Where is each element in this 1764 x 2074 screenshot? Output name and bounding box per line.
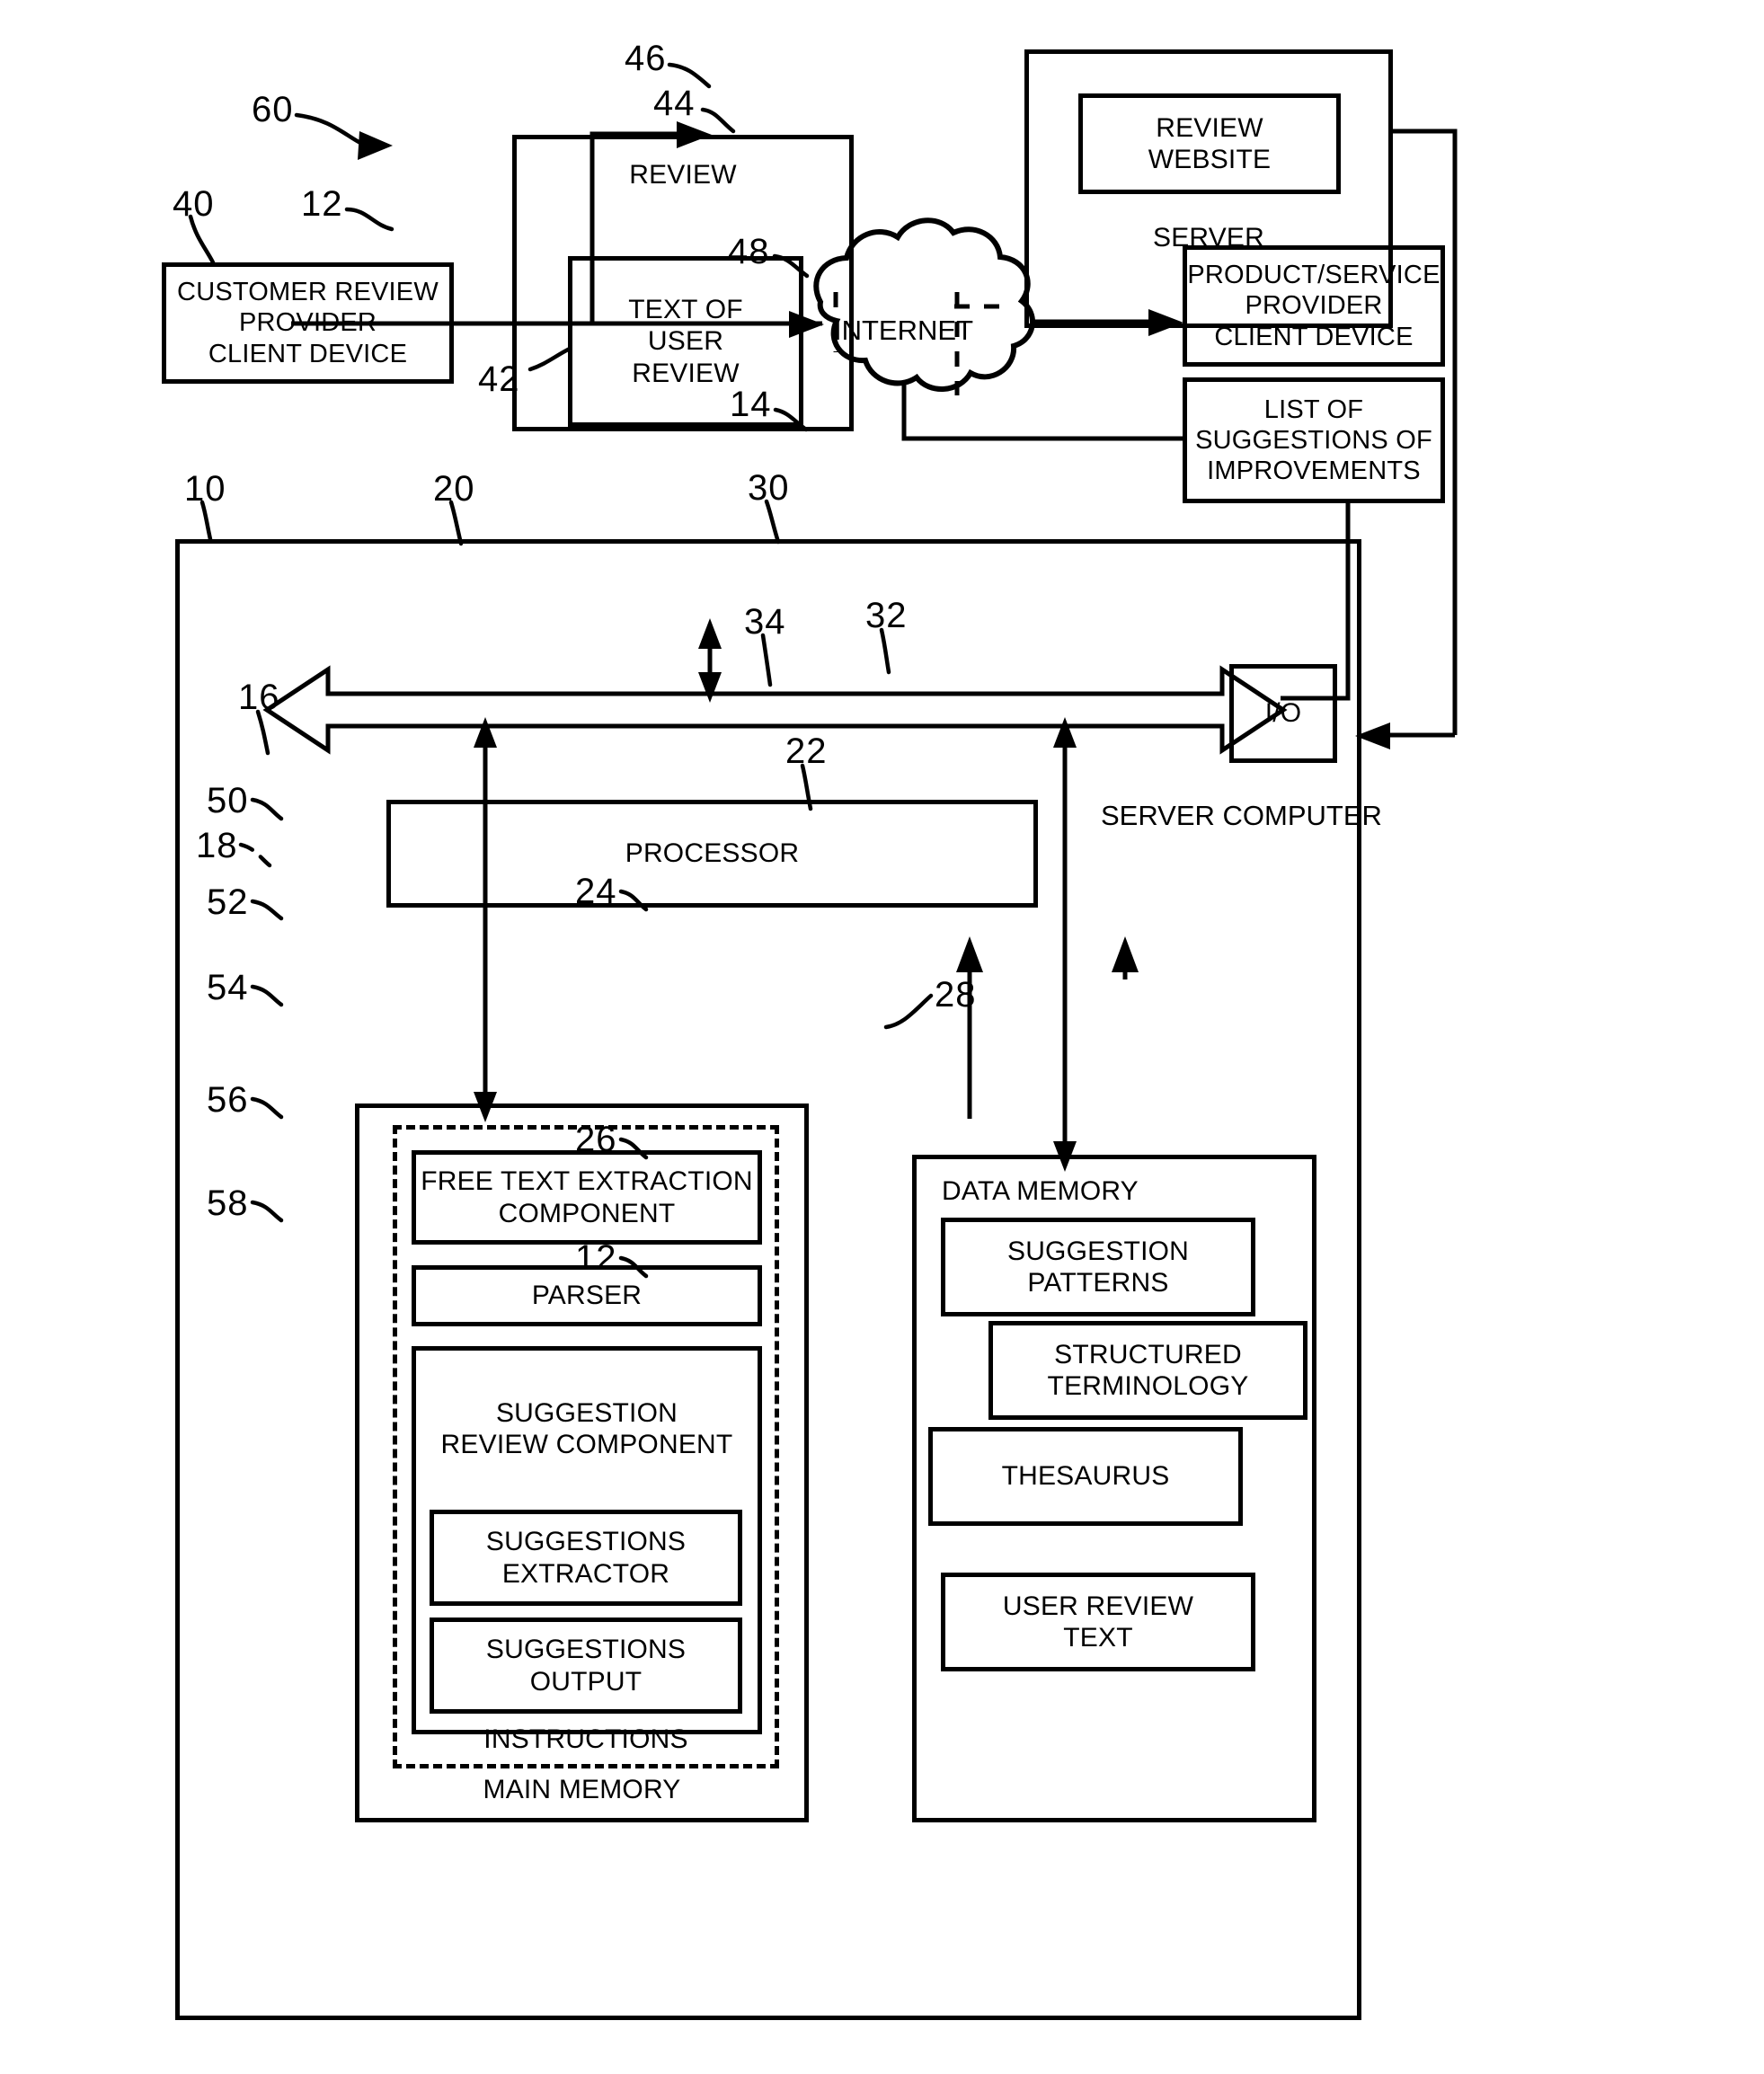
- ref-numeral-12-review: 12: [301, 184, 343, 224]
- list-of-suggestions-box: LIST OF SUGGESTIONS OF IMPROVEMENTS: [1183, 377, 1445, 503]
- ref-numeral-18: 18: [196, 826, 238, 865]
- suggestions-extractor-label: SUGGESTIONS EXTRACTOR: [485, 1527, 687, 1589]
- suggestion-patterns-label: SUGGESTION PATTERNS: [1006, 1236, 1190, 1298]
- leader-60-arrowhead: [358, 131, 393, 160]
- ref-numeral-42: 42: [478, 359, 520, 399]
- review-website-label: REVIEW WEBSITE: [1148, 112, 1272, 174]
- leader-60: [294, 112, 367, 147]
- internet-cloud-label: INTERNET: [834, 315, 973, 346]
- leader-12-review: [344, 207, 394, 232]
- text-of-user-review-label: TEXT OF USER REVIEW: [628, 294, 743, 388]
- patent-figure-canvas: REVIEW TEXT OF USER REVIEW CUSTOMER REVI…: [0, 0, 1764, 2074]
- data-memory-label: DATA MEMORY: [942, 1176, 1139, 1206]
- ref-numeral-26: 26: [575, 1120, 617, 1159]
- suggestion-patterns-box: SUGGESTION PATTERNS: [941, 1218, 1255, 1316]
- suggestions-output-label: SUGGESTIONS OUTPUT: [485, 1635, 687, 1697]
- server-computer-label: SERVER COMPUTER: [1101, 800, 1382, 831]
- leader-44: [700, 107, 736, 134]
- suggestions-extractor-box: SUGGESTIONS EXTRACTOR: [430, 1510, 742, 1606]
- main-memory-label: MAIN MEMORY: [483, 1774, 681, 1804]
- ref-numeral-16: 16: [238, 678, 280, 717]
- suggestions-output-box: SUGGESTIONS OUTPUT: [430, 1618, 742, 1714]
- user-review-text-box: USER REVIEW TEXT: [941, 1573, 1255, 1671]
- ref-numeral-14: 14: [730, 385, 772, 424]
- line-internet-to-list: [901, 377, 1184, 441]
- ref-numeral-30: 30: [748, 468, 790, 508]
- io-box: I/O: [1229, 664, 1337, 763]
- ref-numeral-44: 44: [653, 84, 696, 123]
- ref-numeral-56: 56: [207, 1080, 249, 1120]
- ref-numeral-48: 48: [728, 232, 770, 271]
- structured-terminology-box: STRUCTURED TERMINOLOGY: [988, 1321, 1307, 1420]
- user-review-text-label: USER REVIEW TEXT: [1002, 1591, 1194, 1653]
- ref-numeral-58: 58: [207, 1183, 249, 1223]
- review-box-label: REVIEW: [629, 160, 737, 190]
- product-service-provider-client-device-box: PRODUCT/SERVICE PROVIDER CLIENT DEVICE: [1183, 245, 1445, 367]
- suggestion-review-component-label: SUGGESTION REVIEW COMPONENT: [440, 1398, 733, 1460]
- thesaurus-label: THESAURUS: [1001, 1461, 1170, 1492]
- ref-numeral-12-data: 12: [575, 1238, 617, 1278]
- ref-numeral-32: 32: [865, 596, 908, 635]
- ref-numeral-24: 24: [575, 872, 617, 911]
- free-text-extraction-component-box: FREE TEXT EXTRACTION COMPONENT: [412, 1150, 762, 1245]
- ref-numeral-54: 54: [207, 968, 249, 1007]
- processor-box: PROCESSOR: [386, 800, 1038, 908]
- ref-numeral-22: 22: [785, 731, 828, 771]
- free-text-extraction-component-label: FREE TEXT EXTRACTION COMPONENT: [421, 1166, 753, 1228]
- processor-label: PROCESSOR: [625, 838, 800, 869]
- review-website-box: REVIEW WEBSITE: [1078, 93, 1341, 194]
- ref-numeral-34: 34: [744, 602, 786, 642]
- ref-numeral-10: 10: [184, 469, 226, 509]
- structured-terminology-label: STRUCTURED TERMINOLOGY: [1047, 1339, 1249, 1401]
- ref-numeral-52: 52: [207, 882, 249, 922]
- ref-numeral-50: 50: [207, 781, 249, 820]
- thesaurus-box: THESAURUS: [928, 1427, 1243, 1526]
- ref-numeral-60: 60: [252, 90, 294, 129]
- parser-label: PARSER: [531, 1281, 643, 1311]
- io-label: I/O: [1264, 698, 1302, 729]
- list-of-suggestions-label: LIST OF SUGGESTIONS OF IMPROVEMENTS: [1195, 394, 1432, 486]
- customer-review-provider-client-device-label: CUSTOMER REVIEW PROVIDER CLIENT DEVICE: [177, 278, 439, 368]
- ref-numeral-28: 28: [935, 975, 977, 1015]
- product-service-provider-client-device-label: PRODUCT/SERVICE PROVIDER CLIENT DEVICE: [1187, 261, 1440, 351]
- ref-numeral-20: 20: [433, 469, 475, 509]
- ref-numeral-40: 40: [173, 184, 215, 224]
- ref-numeral-46: 46: [625, 39, 667, 78]
- customer-review-provider-client-device-box: CUSTOMER REVIEW PROVIDER CLIENT DEVICE: [162, 262, 454, 384]
